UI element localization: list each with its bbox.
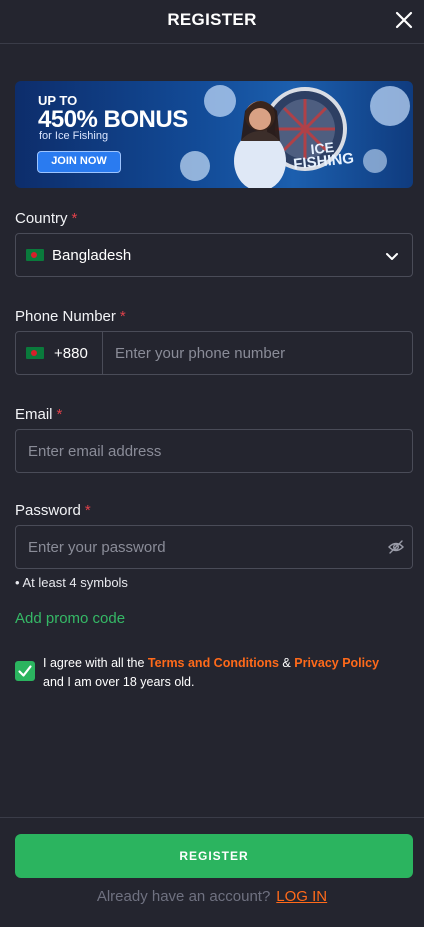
chevron-down-icon [386, 253, 398, 260]
eye-off-icon[interactable] [388, 540, 404, 554]
agree-text: I agree with all the Terms and Condition… [43, 654, 383, 692]
agree-text-after: and I am over 18 years old. [43, 675, 195, 689]
country-code-selector[interactable]: +880 [16, 332, 102, 374]
bangladesh-flag-icon [26, 249, 44, 261]
phone-field: +880 Enter your phone number [15, 331, 413, 375]
email-label: Email * [15, 406, 62, 423]
country-select[interactable]: Bangladesh [15, 233, 413, 277]
email-placeholder: Enter email address [28, 443, 162, 460]
required-mark: * [71, 210, 78, 227]
join-now-button[interactable]: JOIN NOW [37, 151, 121, 173]
country-value: Bangladesh [52, 247, 132, 264]
required-mark: * [84, 502, 91, 519]
footer-divider [0, 817, 424, 818]
banner-subtitle: for Ice Fishing [39, 130, 109, 142]
phone-label-text: Phone Number [15, 308, 116, 325]
page-title: REGISTER [167, 10, 257, 29]
register-button[interactable]: REGISTER [15, 834, 413, 878]
promo-banner[interactable]: UP TO 450% BONUS for Ice Fishing JOIN NO… [15, 81, 413, 188]
already-have-account-text: Already have an account? [96, 888, 271, 905]
phone-input[interactable]: Enter your phone number [115, 345, 285, 362]
password-hint: • At least 4 symbols [15, 575, 128, 590]
header: REGISTER [0, 0, 424, 44]
required-mark: * [119, 308, 126, 325]
password-field[interactable]: Enter your password [15, 525, 413, 569]
login-prompt: Already have an account? LOG IN [0, 888, 424, 905]
terms-link[interactable]: Terms and Conditions [148, 656, 279, 670]
agree-amp: & [278, 656, 295, 670]
email-label-text: Email [15, 406, 53, 423]
agree-text-before: I agree with all the [43, 656, 148, 670]
login-link[interactable]: LOG IN [276, 888, 327, 905]
close-icon[interactable] [394, 10, 414, 30]
agree-checkbox[interactable] [15, 661, 35, 681]
country-code: +880 [54, 345, 88, 362]
privacy-policy-link[interactable]: Privacy Policy [294, 656, 379, 670]
divider [102, 332, 103, 374]
country-label-text: Country [15, 210, 68, 227]
bangladesh-flag-icon [26, 347, 44, 359]
email-field[interactable]: Enter email address [15, 429, 413, 473]
password-label-text: Password [15, 502, 81, 519]
password-label: Password * [15, 502, 91, 519]
phone-label: Phone Number * [15, 308, 126, 325]
country-label: Country * [15, 210, 77, 227]
checkmark-icon [18, 665, 32, 677]
add-promo-code-link[interactable]: Add promo code [15, 610, 125, 627]
password-placeholder: Enter your password [28, 539, 166, 556]
required-mark: * [56, 406, 63, 423]
